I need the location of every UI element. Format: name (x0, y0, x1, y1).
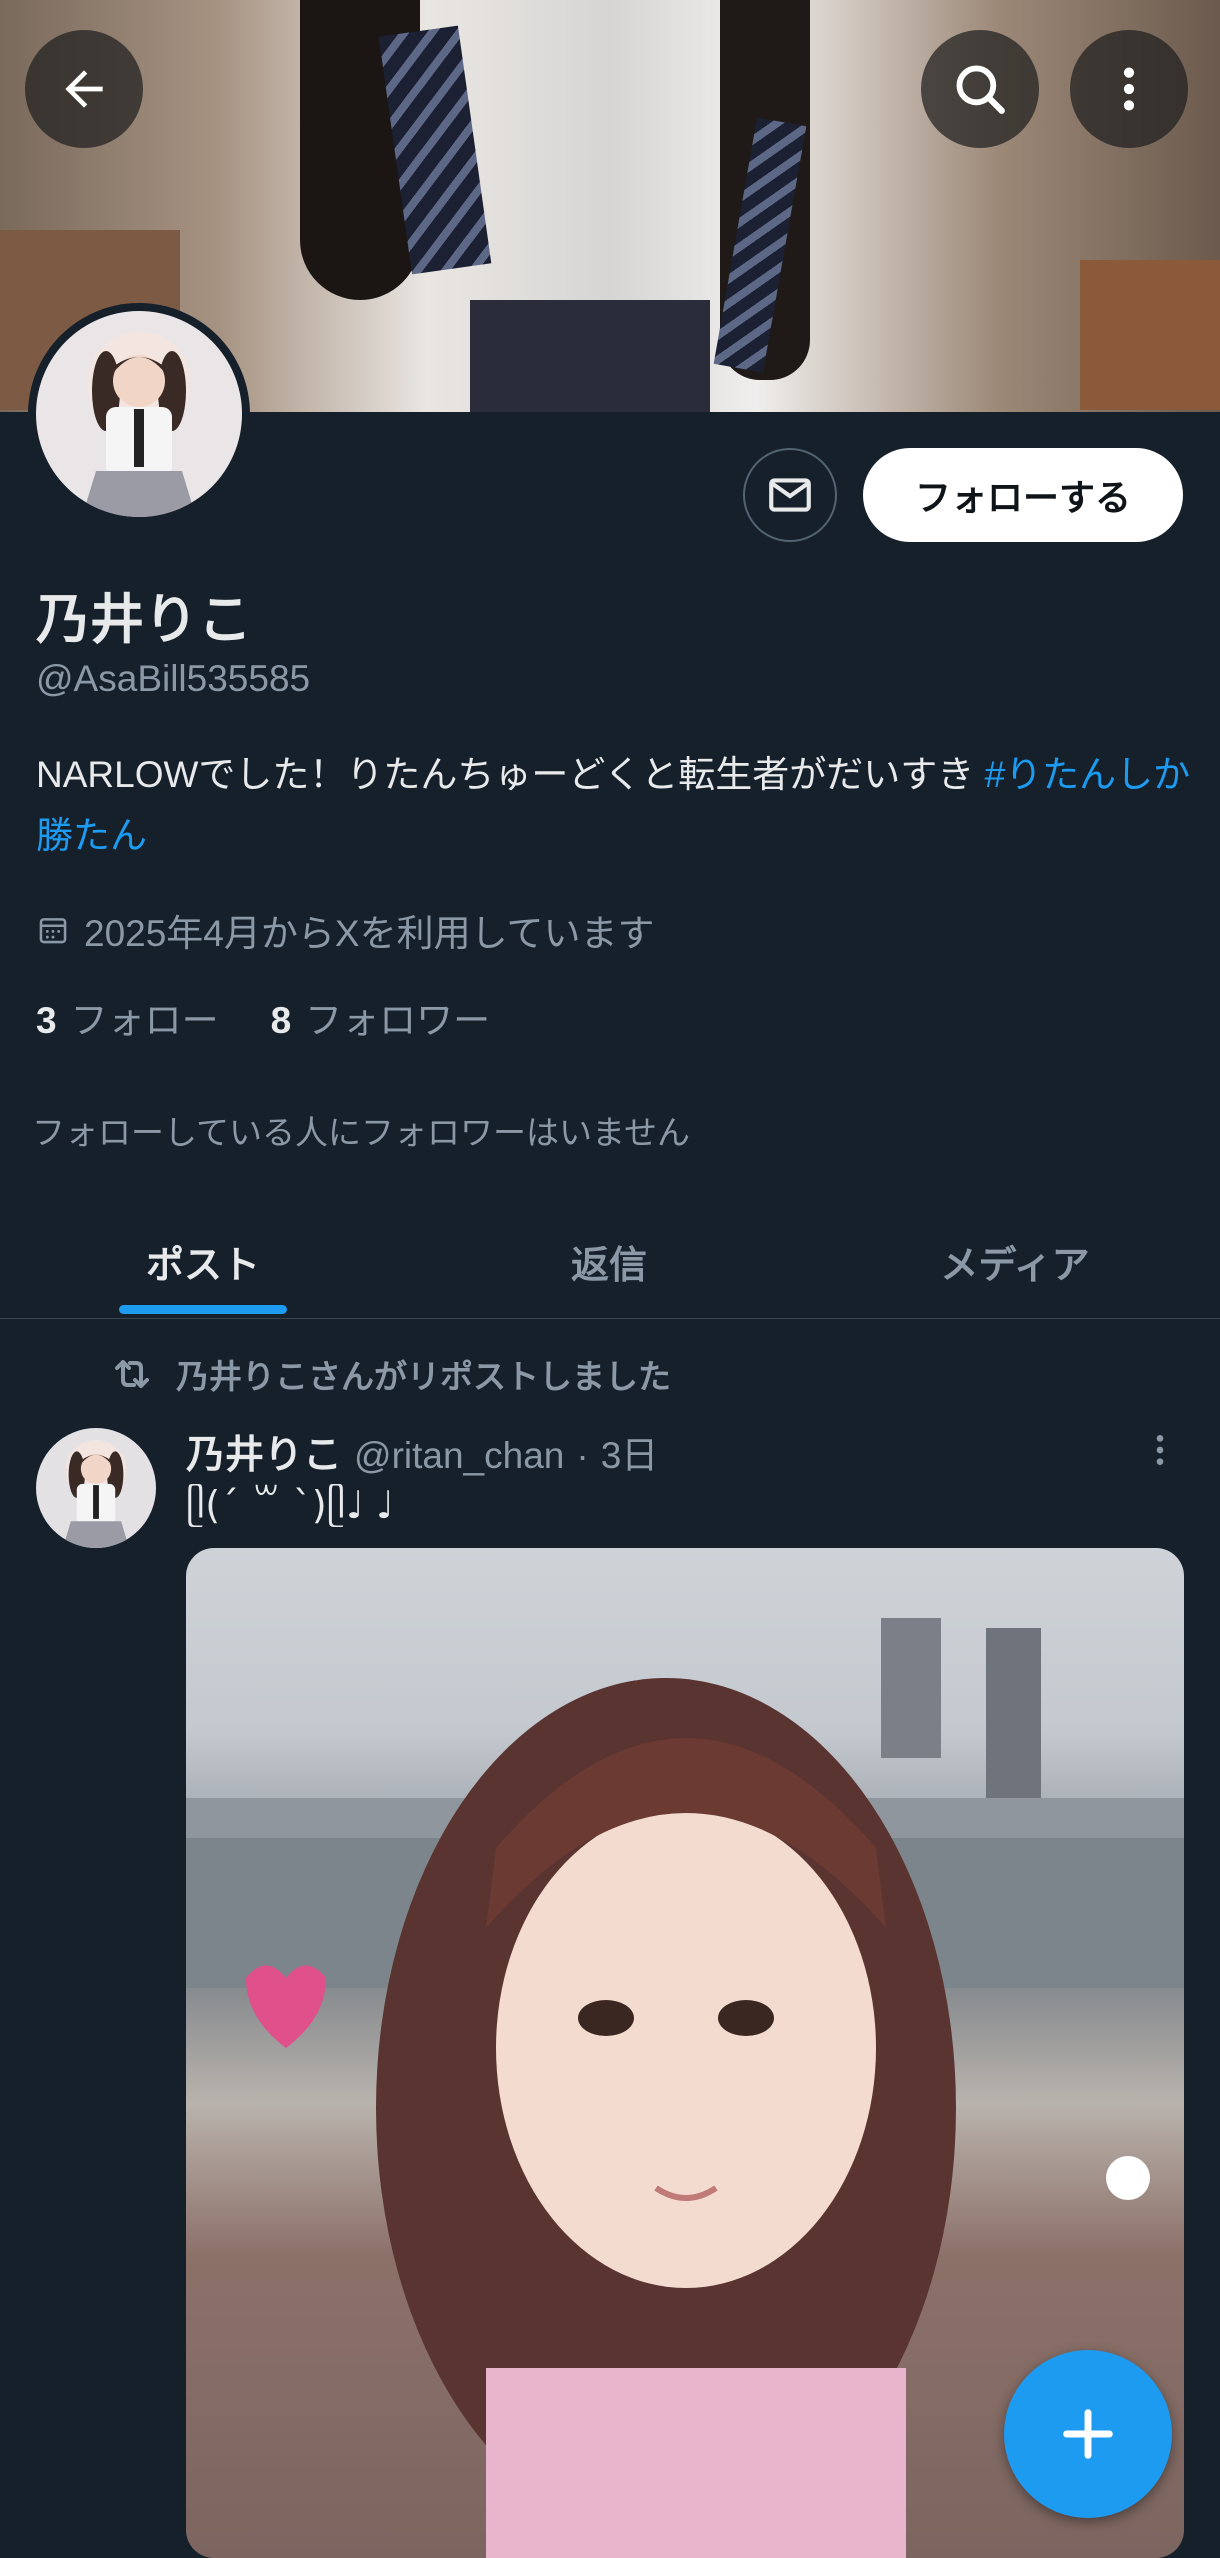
join-date-text: 2025年4月からXを利用しています (84, 913, 655, 954)
following-link[interactable]: 3 フォロー (36, 990, 219, 1044)
post-header: 乃井りこ @ritan_chan · 3日 (186, 1424, 658, 1480)
bio-text: NARLOWでした！りたんちゅーどくと転生者がだいすき (36, 754, 985, 795)
tab-posts[interactable]: ポスト (0, 1205, 406, 1318)
post-time[interactable]: 3日 (601, 1425, 659, 1479)
repost-indicator[interactable]: 乃井りこさんがリポストしました (108, 1350, 671, 1398)
active-tab-indicator (119, 1305, 287, 1314)
message-button[interactable] (743, 448, 837, 542)
followers-count: 8 (270, 1000, 292, 1041)
compose-button[interactable] (1004, 2350, 1172, 2518)
calendar-icon (39, 918, 67, 944)
display-name: 乃井りこ (36, 590, 252, 650)
more-options-button[interactable] (1070, 30, 1188, 148)
post-author-avatar[interactable] (36, 1428, 156, 1548)
profile-bio: NARLOWでした！りたんちゅーどくと転生者がだいすき #りたんしか勝たん (36, 744, 1196, 866)
mail-icon (769, 478, 811, 512)
post-author-handle[interactable]: @ritan_chan (354, 1435, 564, 1477)
post-separator: · (576, 1435, 589, 1476)
followers-link[interactable]: 8 フォロワー (271, 990, 491, 1044)
follow-button[interactable]: フォローする (863, 448, 1183, 542)
post-text: ᥫ(ˊ ꒳ ˋ)ᥫ♩ ♩ (186, 1483, 394, 1527)
tab-replies[interactable]: 返信 (406, 1205, 812, 1318)
back-button[interactable] (25, 30, 143, 148)
repost-label: 乃井りこさんがリポストしました (176, 1358, 671, 1395)
tab-media[interactable]: メディア (812, 1205, 1218, 1318)
post-more-button[interactable] (1140, 1430, 1180, 1475)
user-handle: @AsaBill535585 (36, 658, 311, 699)
followers-label: フォロワー (305, 1000, 491, 1041)
search-icon (956, 65, 1005, 114)
profile-tabs: ポスト 返信 メディア (0, 1205, 1220, 1319)
post-author-name[interactable]: 乃井りこ (186, 1424, 342, 1480)
join-date: 2025年4月からXを利用しています (36, 903, 654, 957)
profile-avatar[interactable] (28, 303, 250, 525)
more-vertical-icon (1123, 67, 1135, 111)
following-count: 3 (36, 1000, 57, 1041)
more-vertical-icon (1156, 1435, 1164, 1465)
follow-counts: 3 フォロー 8 フォロワー (36, 990, 490, 1044)
search-button[interactable] (921, 30, 1039, 148)
following-label: フォロー (70, 1000, 219, 1041)
arrow-left-icon (65, 70, 103, 108)
repost-icon (115, 1360, 149, 1388)
followers-you-know: フォローしている人にフォロワーはいません (32, 1114, 691, 1151)
plus-icon (1063, 2409, 1113, 2459)
avatar-image (36, 311, 242, 517)
